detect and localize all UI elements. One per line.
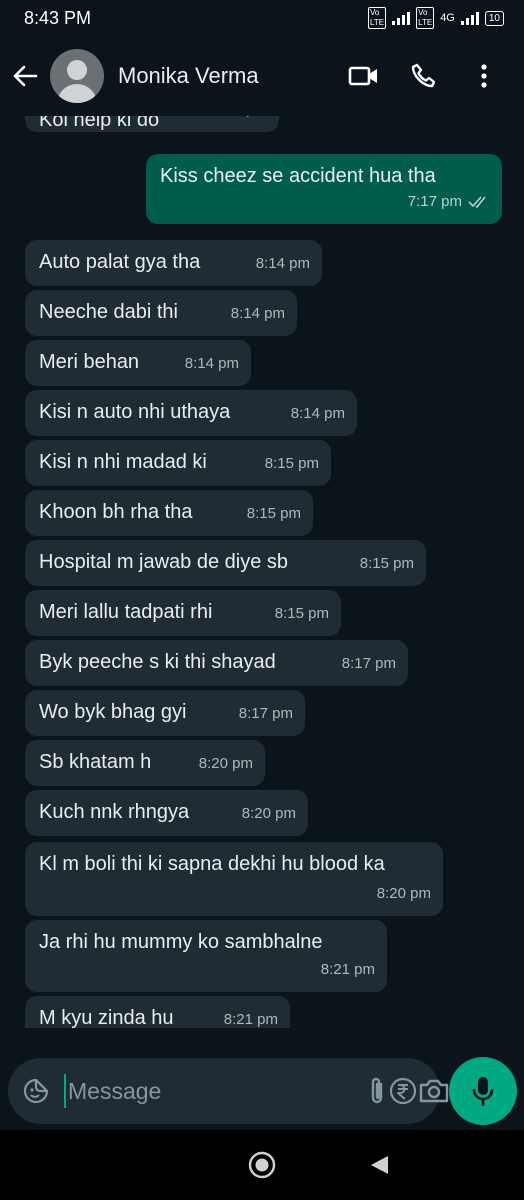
- message-text: Koi help ki do: [39, 116, 160, 131]
- signal-icon-2: [460, 11, 479, 25]
- message-time: 8:15 pm: [359, 555, 414, 572]
- message-time: 8:17 pm: [341, 655, 396, 672]
- message-text: Wo byk bhag gyi: [39, 701, 187, 723]
- arrow-left-icon[interactable]: [10, 56, 40, 96]
- avatar[interactable]: [50, 49, 104, 103]
- message-time: 8:14 pm: [230, 305, 285, 322]
- message-bubble[interactable]: Kisi n nhi madad ki 8:15 pm: [25, 440, 331, 486]
- message-bubble[interactable]: Kisi n auto nhi uthaya 8:14 pm: [25, 390, 357, 436]
- message-time: 8:20 pm: [198, 755, 253, 772]
- status-icons: Vo LTE Vo LTE 4G 10: [368, 7, 504, 29]
- message-time: 8:15 pm: [246, 505, 301, 522]
- message-time: 8:15 pm: [274, 605, 329, 622]
- message-bubble[interactable]: Byk peeche s ki thi shayad 8:17 pm: [25, 640, 408, 686]
- message-input[interactable]: [64, 1074, 366, 1108]
- battery-icon: 10: [484, 10, 504, 26]
- message-bubble[interactable]: Koi help ki do 7:02 pm: [25, 116, 279, 132]
- phone-icon[interactable]: [394, 46, 454, 106]
- message-bubble[interactable]: Kiss cheez se accident hua tha 7:17 pm: [146, 154, 502, 224]
- message-list[interactable]: Koi help ki do 7:02 pm Kiss cheez se acc…: [0, 116, 524, 1028]
- message-text: M kyu zinda hu: [39, 1007, 174, 1028]
- message-text: Khoon bh rha tha: [39, 501, 193, 523]
- message-text: Sb khatam h: [39, 751, 152, 773]
- message-bubble[interactable]: Khoon bh rha tha 8:15 pm: [25, 490, 313, 536]
- signal-icon: [392, 11, 411, 25]
- message-bubble[interactable]: Sb khatam h 8:20 pm: [25, 740, 265, 786]
- message-time: 8:14 pm: [184, 355, 239, 372]
- message-time: 7:17 pm: [408, 188, 490, 216]
- message-bubble[interactable]: Kuch nnk rhngya 8:20 pm: [25, 790, 308, 836]
- message-time: 8:15 pm: [264, 455, 319, 472]
- message-bubble[interactable]: Wo byk bhag gyi 8:17 pm: [25, 690, 305, 736]
- message-text: Kisi n nhi madad ki: [39, 451, 207, 473]
- triangle-back-icon[interactable]: [368, 1154, 390, 1176]
- message-time: 8:21 pm: [223, 1011, 278, 1028]
- message-time: 8:14 pm: [290, 405, 345, 422]
- message-text: Neeche dabi thi: [39, 301, 178, 323]
- message-time: 8:21 pm: [320, 961, 375, 978]
- emoji-sticker-icon[interactable]: [22, 1067, 50, 1115]
- system-nav-bar: [0, 1130, 524, 1200]
- volte-icon-2: Vo LTE: [416, 7, 435, 29]
- message-bubble[interactable]: Kl m boli thi ki sapna dekhi hu blood ka…: [25, 842, 443, 916]
- message-bubble[interactable]: Ja rhi hu mummy ko sambhalne 8:21 pm: [25, 920, 387, 992]
- chat-header: Monika Verma: [0, 36, 524, 116]
- message-time: 8:17 pm: [238, 705, 293, 722]
- network-type: 4G: [440, 12, 455, 24]
- message-composer: [8, 1058, 449, 1124]
- rupee-icon[interactable]: [388, 1067, 418, 1115]
- status-time: 8:43 PM: [24, 7, 92, 28]
- message-time: 8:20 pm: [241, 805, 296, 822]
- camera-icon[interactable]: [418, 1067, 450, 1115]
- message-bubble[interactable]: M kyu zinda hu 8:21 pm: [25, 996, 290, 1028]
- message-time: 8:14 pm: [255, 255, 310, 272]
- message-bubble[interactable]: Neeche dabi thi 8:14 pm: [25, 290, 297, 336]
- message-bubble[interactable]: Auto palat gya tha 8:14 pm: [25, 240, 322, 286]
- message-bubble[interactable]: Meri behan 8:14 pm: [25, 340, 251, 386]
- message-bubble[interactable]: Meri lallu tadpati rhi 8:15 pm: [25, 590, 341, 636]
- message-text: Auto palat gya tha: [39, 251, 201, 273]
- more-vertical-icon[interactable]: [454, 46, 514, 106]
- home-circle-icon[interactable]: [248, 1151, 276, 1179]
- volte-icon: Vo LTE: [368, 7, 387, 29]
- message-text: Byk peeche s ki thi shayad: [39, 651, 276, 673]
- message-bubble[interactable]: Hospital m jawab de diye sb 8:15 pm: [25, 540, 426, 586]
- message-text: Kisi n auto nhi uthaya: [39, 401, 231, 423]
- message-text: Kl m boli thi ki sapna dekhi hu blood ka: [39, 853, 385, 875]
- message-text: Kiss cheez se accident hua tha: [160, 165, 436, 187]
- message-text: Meri lallu tadpati rhi: [39, 601, 213, 623]
- contact-name[interactable]: Monika Verma: [118, 63, 334, 89]
- video-camera-icon[interactable]: [334, 46, 394, 106]
- status-bar: 8:43 PM Vo LTE Vo LTE 4G 10: [0, 0, 524, 36]
- message-text: Kuch nnk rhngya: [39, 801, 190, 823]
- message-text: Ja rhi hu mummy ko sambhalne: [39, 931, 323, 953]
- double-check-icon: [468, 196, 486, 208]
- message-text: Meri behan: [39, 351, 140, 373]
- message-time: 8:20 pm: [376, 885, 431, 902]
- message-text: Hospital m jawab de diye sb: [39, 551, 289, 573]
- message-time: 7:02 pm: [213, 116, 267, 124]
- microphone-icon[interactable]: [449, 1057, 517, 1125]
- paperclip-icon[interactable]: [366, 1067, 388, 1115]
